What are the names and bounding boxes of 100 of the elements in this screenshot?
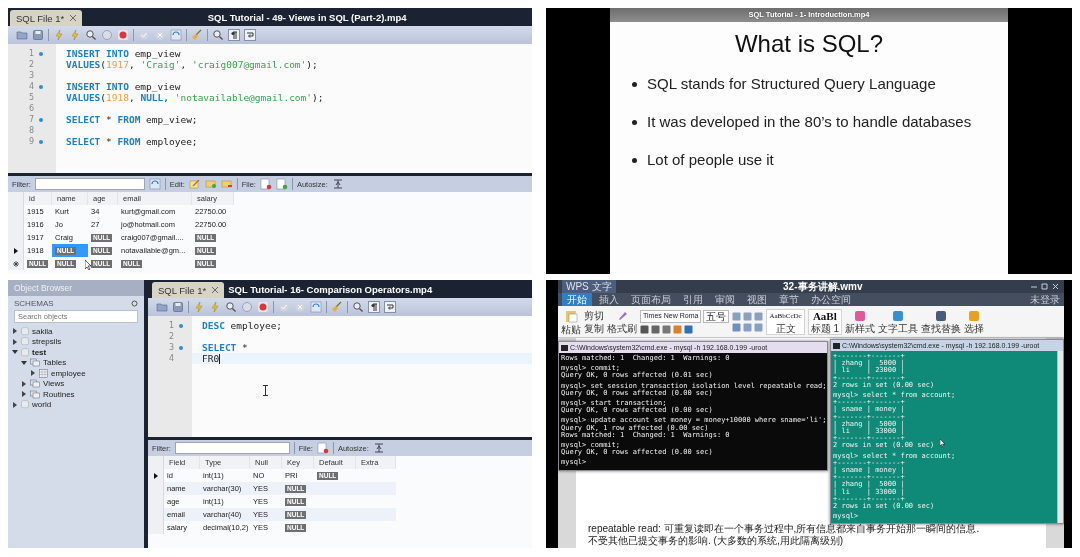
tool-label[interactable]: 选择 [964, 322, 984, 334]
collapsed-caret-icon[interactable] [21, 380, 27, 387]
cancel-icon[interactable] [154, 29, 166, 41]
add-row-icon[interactable] [204, 178, 217, 190]
tool-label[interactable]: 新样式 [845, 322, 875, 334]
lightning-icon[interactable] [69, 29, 81, 41]
tree-item[interactable]: strepsils [8, 336, 144, 347]
tree-item[interactable]: Tables [8, 357, 144, 368]
font-color-icon[interactable] [684, 324, 693, 334]
word-wrap-icon[interactable] [244, 29, 256, 41]
collapsed-caret-icon[interactable] [12, 338, 18, 345]
app-menu[interactable]: WPS 文字 [562, 280, 616, 293]
expanded-caret-icon[interactable] [21, 359, 27, 366]
search-icon[interactable] [85, 29, 97, 41]
tree-item[interactable]: Routines [8, 389, 144, 400]
collapsed-caret-icon[interactable] [12, 328, 18, 335]
code-editor[interactable]: 1 2 3 4 5 6 7 8 9 INSERT INTO emp_view VALUES(1917, 'Craig', 'craig007@gmail.com'); INSERT INTO emp_view VALUES(1918, NULL, 'notavailable@gmail.com'); SELECT * FROM emp_view; SELECT * FROM employee; [8, 44, 532, 173]
search-icon[interactable] [352, 301, 364, 313]
paste-label[interactable]: 粘贴 [561, 323, 581, 335]
cancel-icon[interactable] [294, 301, 306, 313]
save-icon[interactable] [32, 29, 44, 41]
stop-icon[interactable] [101, 29, 113, 41]
brush-icon[interactable] [616, 309, 628, 322]
tool-icon[interactable] [892, 309, 904, 322]
tool-icon[interactable] [854, 309, 866, 322]
broom-icon[interactable] [191, 29, 203, 41]
tree-item[interactable]: sakila [8, 326, 144, 337]
bullet-icon [632, 82, 637, 87]
line-number: 2 [167, 332, 174, 341]
collapsed-caret-icon[interactable] [21, 391, 27, 398]
menu-tab[interactable]: 页面布局 [626, 293, 676, 306]
check-icon[interactable] [138, 29, 150, 41]
tree-item[interactable]: Views [8, 378, 144, 389]
paste-icon[interactable] [564, 308, 578, 323]
tree-item[interactable]: test [8, 347, 144, 358]
collapsed-caret-icon[interactable] [12, 401, 18, 408]
record-icon[interactable] [117, 29, 129, 41]
folder-icon[interactable] [156, 301, 168, 313]
formatting-icon[interactable] [368, 301, 380, 313]
filter-field[interactable] [34, 178, 145, 190]
close-icon[interactable] [212, 287, 219, 293]
menu-tab[interactable]: 视图 [742, 293, 772, 306]
menu-tab[interactable]: 插入 [594, 293, 624, 306]
window-controls-icon[interactable] [1030, 283, 1060, 290]
lightning-icon[interactable] [193, 301, 205, 313]
tool-label[interactable]: 查找替换 [921, 322, 961, 334]
import-icon[interactable] [275, 178, 288, 190]
copy-label[interactable]: 复制 [584, 322, 604, 334]
refresh-icon[interactable] [148, 178, 161, 190]
close-icon[interactable] [70, 15, 77, 21]
console-icon [833, 342, 840, 349]
menu-tab[interactable]: 引用 [678, 293, 708, 306]
refresh-icon[interactable] [310, 301, 322, 313]
folder-icon[interactable] [16, 29, 28, 41]
indent-icon[interactable] [754, 311, 764, 321]
refresh-icon[interactable] [170, 29, 182, 41]
style-preset[interactable]: AaBl 标题 1 [807, 308, 842, 335]
editor-tab[interactable]: SQL File 1* [152, 282, 225, 298]
delete-row-icon[interactable] [220, 178, 233, 190]
menu-tab[interactable]: 章节 [774, 293, 804, 306]
record-icon[interactable] [257, 301, 269, 313]
autosize-icon[interactable] [372, 442, 385, 454]
italic-icon[interactable] [651, 324, 660, 334]
collapsed-caret-icon[interactable] [30, 370, 36, 377]
refresh-icon[interactable] [131, 300, 138, 307]
underline-icon[interactable] [662, 324, 671, 334]
menu-tab[interactable]: 审阅 [710, 293, 740, 306]
tree-item[interactable]: employee [8, 368, 144, 379]
save-icon[interactable] [172, 301, 184, 313]
lightning-icon[interactable] [53, 29, 65, 41]
terminal-window[interactable] [558, 341, 828, 471]
export-icon[interactable] [259, 178, 272, 190]
row-header[interactable] [8, 257, 24, 270]
autosize-icon[interactable] [331, 178, 344, 190]
tree-item[interactable]: world [8, 399, 144, 410]
cut-label[interactable]: 剪切 [584, 309, 604, 321]
filter-field[interactable] [174, 442, 290, 454]
scrollbar[interactable] [1057, 351, 1063, 524]
edit-icon[interactable] [188, 178, 201, 190]
search-icon[interactable] [225, 301, 237, 313]
word-wrap-icon[interactable] [384, 301, 396, 313]
highlight-icon[interactable] [673, 324, 682, 334]
menu-tab[interactable]: 开始 [562, 293, 592, 306]
check-icon[interactable] [278, 301, 290, 313]
account-label[interactable]: 未登录 [1030, 292, 1060, 307]
menu-tab[interactable]: 办公空间 [806, 293, 856, 306]
formatting-icon[interactable] [228, 29, 240, 41]
tool-icon[interactable] [935, 309, 947, 322]
format-painter-label[interactable]: 格式刷 [607, 322, 637, 334]
lightning-icon[interactable] [209, 301, 221, 313]
editor-tab[interactable]: SQL File 1* [10, 10, 83, 26]
export-icon[interactable] [316, 442, 329, 454]
font-size-field[interactable]: 五号 [703, 309, 730, 323]
tool-label[interactable]: 文字工具 [878, 322, 918, 334]
stop-icon[interactable] [241, 301, 253, 313]
broom-icon[interactable] [331, 301, 343, 313]
code-editor[interactable]: 1 2 3 4 DESC employee; SELECT * FR0 [148, 316, 532, 437]
expanded-caret-icon[interactable] [12, 349, 18, 356]
bold-icon[interactable] [640, 324, 649, 334]
search-icon[interactable] [212, 29, 224, 41]
